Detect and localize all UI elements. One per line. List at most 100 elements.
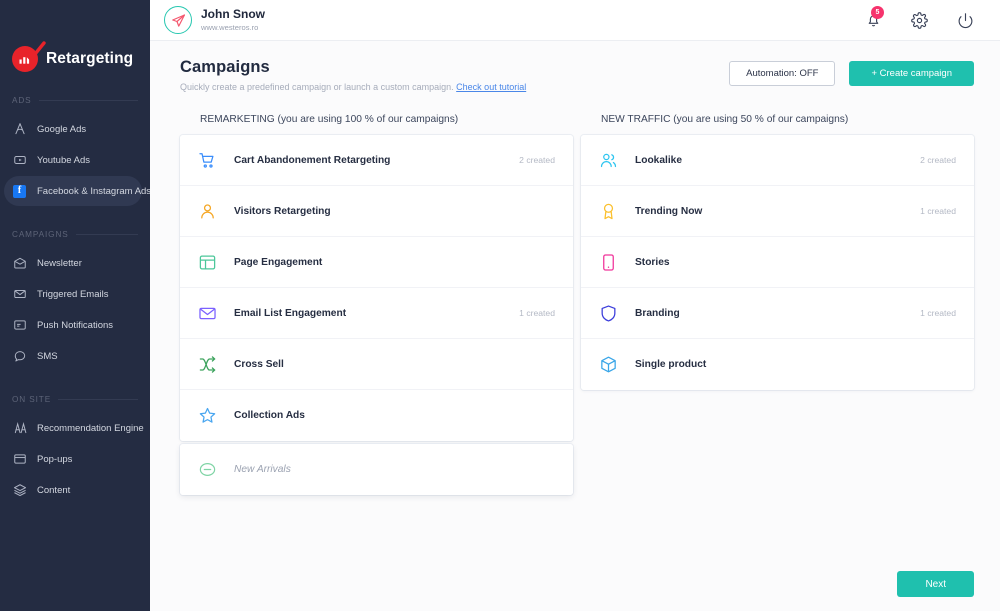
sidebar-section-campaigns: CAMPAIGNS Newsletter Triggered Emails Pu… [0,230,150,371]
list-item[interactable]: Stories [581,237,974,288]
user-icon [196,200,218,222]
sidebar-item-facebook-instagram-ads[interactable]: f Facebook & Instagram Ads [4,176,150,206]
create-campaign-button[interactable]: + Create campaign [849,61,974,86]
sidebar-item-label: Push Notifications [37,319,114,331]
user-url: www.westeros.ro [201,22,259,32]
tutorial-link[interactable]: Check out tutorial [456,82,526,92]
list-item[interactable]: Cart Abandonement Retargeting 2 created [180,135,573,186]
sidebar-section-ads: ADS Google Ads Youtube Ads f Facebook & … [0,96,150,206]
content: Campaigns Quickly create a predefined ca… [150,41,1000,611]
package-box-icon [597,354,619,376]
youtube-icon [12,153,27,168]
list-item[interactable]: Single product [581,339,974,390]
divider [38,100,138,101]
sidebar-item-youtube-ads[interactable]: Youtube Ads [4,145,142,175]
automation-toggle-button[interactable]: Automation: OFF [729,61,836,86]
page-title: Campaigns [180,58,270,76]
recommendation-icon [12,421,27,436]
page-subtitle: Quickly create a predefined campaign or … [180,82,526,92]
topbar: John Snow www.westeros.ro 5 [150,0,1000,41]
sidebar-item-sms[interactable]: SMS [4,341,142,371]
users-icon [597,149,619,171]
next-button[interactable]: Next [897,571,974,597]
list-item-label: Branding [635,307,680,319]
list-item[interactable]: Lookalike 2 created [581,135,974,186]
list-item[interactable]: Visitors Retargeting [180,186,573,237]
page-subtitle-text: Quickly create a predefined campaign or … [180,82,454,92]
sidebar-item-triggered-emails[interactable]: Triggered Emails [4,279,142,309]
list-item-label: Email List Engagement [234,307,347,319]
list-item-label: Stories [635,256,670,268]
page-header: Campaigns Quickly create a predefined ca… [180,58,974,92]
award-icon [597,200,619,222]
sidebar-item-label: SMS [37,350,58,362]
column-new-traffic: NEW TRAFFIC (you are using 50 % of our c… [581,114,974,495]
list-item-label: Visitors Retargeting [234,205,331,217]
sidebar-item-label: Google Ads [37,123,87,135]
list-item-count: 2 created [519,155,555,165]
shield-icon [597,302,619,324]
sidebar-item-label: Facebook & Instagram Ads [37,185,150,197]
popup-window-icon [12,452,27,467]
push-notification-icon [12,318,27,333]
sidebar-heading-campaigns: CAMPAIGNS [0,230,150,239]
list-item[interactable]: Page Engagement [180,237,573,288]
facebook-icon: f [12,184,27,199]
shuffle-icon [196,353,218,375]
notification-badge: 5 [871,6,884,19]
sidebar-heading-label: ADS [12,96,32,105]
sidebar: Retargeting ADS Google Ads Youtube Ads f… [0,0,150,611]
page-title-block: Campaigns Quickly create a predefined ca… [180,58,526,92]
list-item[interactable]: Trending Now 1 created [581,186,974,237]
mail-open-icon [12,256,27,271]
list-item[interactable]: Collection Ads [180,390,573,441]
column-remarketing: REMARKETING (you are using 100 % of our … [180,114,573,495]
sidebar-item-google-ads[interactable]: Google Ads [4,114,142,144]
campaign-list-new-traffic: Lookalike 2 created Trending Now 1 creat… [581,135,974,390]
envelope-icon [196,302,218,324]
sidebar-item-recommendation-engine[interactable]: Recommendation Engine [4,413,144,443]
sidebar-heading-label: ON SITE [12,395,52,404]
topbar-icons: 5 [864,6,974,29]
layout-icon [196,251,218,273]
google-ads-icon [12,122,27,137]
divider [75,234,138,235]
power-icon[interactable] [956,11,974,29]
list-item[interactable]: New Arrivals [180,444,573,495]
footer-actions: Next [897,571,974,597]
minus-circle-icon [196,459,218,481]
envelope-icon [12,287,27,302]
star-icon [196,405,218,427]
list-item-count: 1 created [920,308,956,318]
sidebar-section-on-site: ON SITE Recommendation Engine Pop-ups Co… [0,395,150,505]
divider [58,399,138,400]
sidebar-item-pop-ups[interactable]: Pop-ups [4,444,142,474]
sidebar-item-label: Triggered Emails [37,288,109,300]
list-item-label: Cart Abandonement Retargeting [234,154,391,166]
gear-icon[interactable] [910,11,928,29]
sidebar-item-push-notifications[interactable]: Push Notifications [4,310,142,340]
avatar[interactable] [164,6,192,34]
campaign-columns: REMARKETING (you are using 100 % of our … [180,114,974,495]
bell-icon[interactable]: 5 [864,6,884,29]
app-root: Retargeting ADS Google Ads Youtube Ads f… [0,0,1000,611]
user-name: John Snow [201,7,265,22]
mobile-story-icon [597,251,619,273]
main-area: John Snow www.westeros.ro 5 Campaigns Qu… [150,0,1000,611]
sidebar-item-content[interactable]: Content [4,475,142,505]
sidebar-item-label: Content [37,484,71,496]
list-item-label: Page Engagement [234,256,323,268]
list-item[interactable]: Cross Sell [180,339,573,390]
sidebar-item-label: Youtube Ads [37,154,91,166]
list-item[interactable]: Branding 1 created [581,288,974,339]
list-item-label: Single product [635,359,707,370]
list-item-count: 1 created [920,206,956,216]
sidebar-heading-on-site: ON SITE [0,395,150,404]
sidebar-item-newsletter[interactable]: Newsletter [4,248,142,278]
list-item[interactable]: Email List Engagement 1 created [180,288,573,339]
list-item-count: 1 created [519,308,555,318]
campaign-list-remarketing: Cart Abandonement Retargeting 2 created … [180,135,573,441]
shopping-cart-icon [196,149,218,171]
column-heading: REMARKETING (you are using 100 % of our … [200,114,459,125]
brand-logo[interactable]: Retargeting [0,0,150,72]
